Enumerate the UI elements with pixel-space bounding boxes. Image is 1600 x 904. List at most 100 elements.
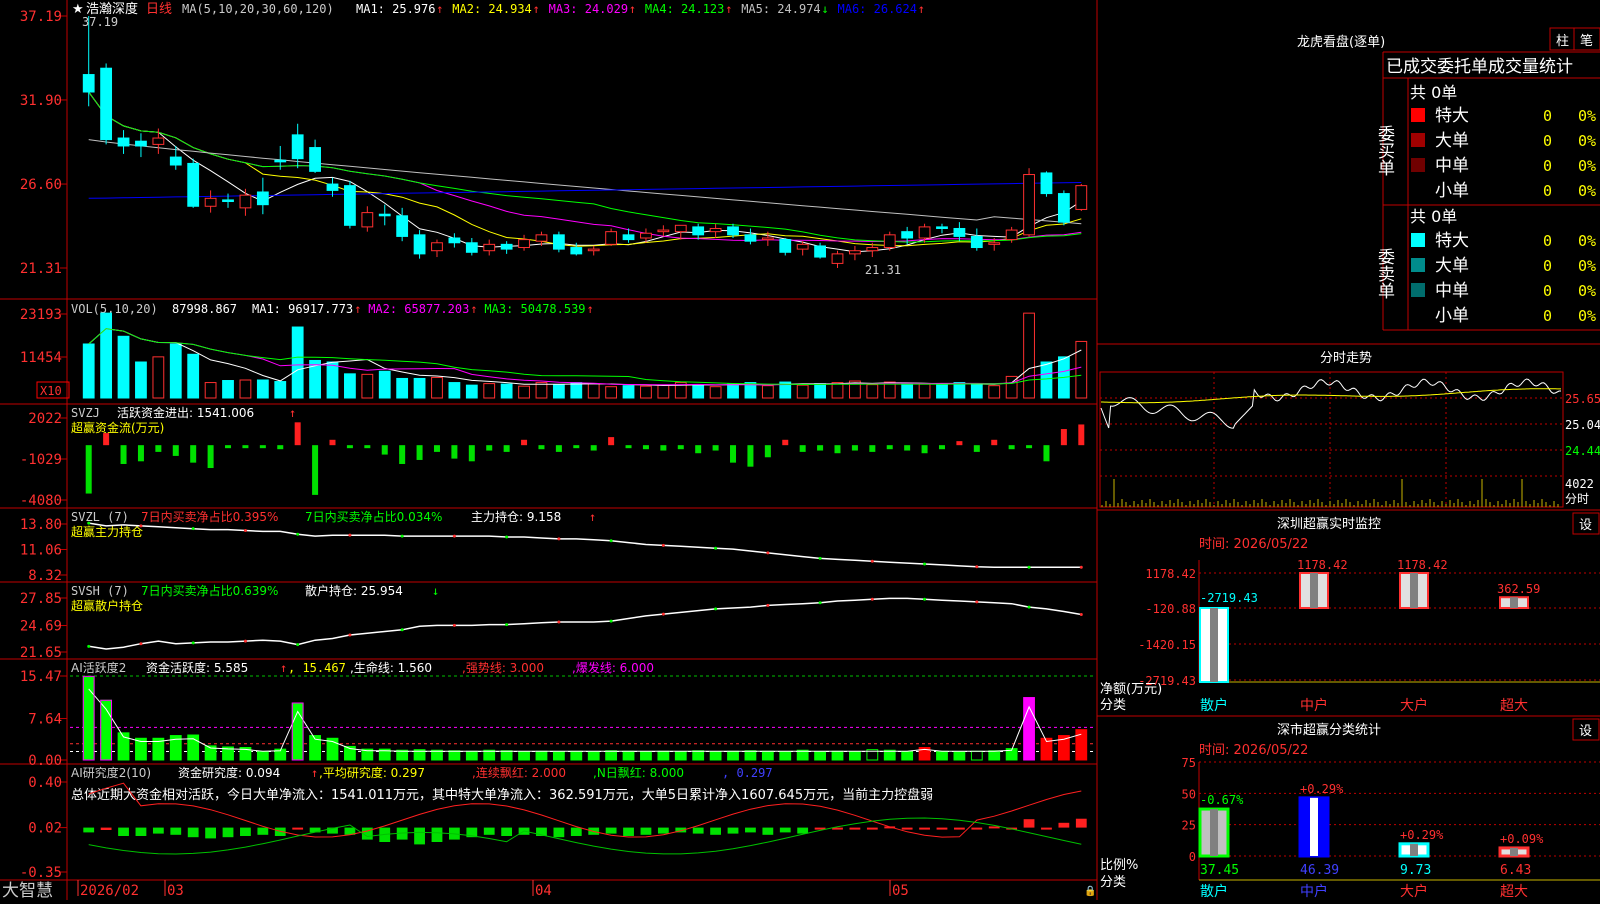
svzl-dot bbox=[609, 539, 613, 543]
vol-bar bbox=[152, 356, 165, 399]
svzj-bar bbox=[468, 445, 475, 462]
classify-chart: 75 50 25 0 -0.67% 37.45 散户 +0.29% 46.39 中户 +0.29% 9… bbox=[1182, 756, 1600, 900]
ai-research-bar bbox=[222, 827, 234, 838]
candle bbox=[465, 242, 478, 253]
monitor-x-label: 分类 bbox=[1100, 698, 1126, 713]
ai-research-bar bbox=[849, 827, 861, 830]
candle bbox=[378, 213, 391, 217]
tab-tick[interactable]: 笔 bbox=[1580, 33, 1593, 49]
vol-bar bbox=[187, 353, 200, 399]
svzl-dot bbox=[557, 537, 561, 541]
ma-legend-item: MA3: 24.029 bbox=[549, 2, 628, 16]
candle bbox=[936, 226, 948, 229]
vol-bar bbox=[709, 386, 722, 399]
svsh-dot bbox=[766, 603, 770, 607]
classify-settings-button[interactable]: 设 bbox=[1579, 724, 1592, 739]
candle bbox=[187, 162, 200, 207]
classify-y-label: 50 bbox=[1182, 787, 1196, 801]
lock-icon[interactable]: 🔒 bbox=[1084, 885, 1096, 897]
svzj-bar bbox=[938, 445, 945, 450]
candle bbox=[483, 243, 496, 252]
row-pct: 0% bbox=[1578, 182, 1596, 200]
vol-bar bbox=[256, 379, 269, 399]
buy-side-label: 委买单 bbox=[1374, 125, 1395, 176]
svzj-bar bbox=[521, 439, 528, 446]
candle bbox=[918, 226, 931, 239]
svsh-dot bbox=[139, 642, 143, 646]
svzl-dot bbox=[348, 533, 352, 537]
svzj-bar bbox=[416, 445, 423, 460]
ai-research-bar bbox=[710, 827, 722, 835]
intraday-plot: 25.65 25.04 24.44 4022分时 bbox=[1099, 371, 1600, 508]
vol-bar bbox=[692, 384, 705, 399]
ai-active-bar bbox=[831, 750, 844, 761]
chart-canvas[interactable]: ★ 浩瀚深度 日线 MA(5,10,20,30,60,120) MA1: 25.… bbox=[0, 0, 1600, 901]
row-pct: 0% bbox=[1578, 307, 1596, 325]
svzj-bar bbox=[590, 445, 597, 451]
svzj-bar bbox=[242, 445, 249, 449]
ai-active-bar bbox=[761, 750, 774, 761]
vol-bar bbox=[135, 361, 147, 399]
ai-active-bar bbox=[849, 751, 861, 761]
svzl-y-axis: 13.80 11.06 8.32 bbox=[20, 517, 67, 584]
svzj-bar bbox=[329, 439, 336, 446]
candle bbox=[222, 199, 234, 203]
svsh-dot bbox=[661, 612, 665, 616]
monitor-category: 超大 bbox=[1500, 698, 1528, 714]
svsh-dot bbox=[609, 619, 613, 623]
svzj-bar bbox=[730, 445, 737, 463]
svzl-dot bbox=[923, 562, 927, 566]
candle bbox=[518, 239, 530, 249]
ma-legend-arrow: ↑ bbox=[725, 2, 732, 16]
row-pct: 0% bbox=[1578, 157, 1596, 175]
ai-research-bar bbox=[692, 827, 704, 834]
candle bbox=[169, 156, 182, 166]
candle bbox=[622, 234, 635, 241]
kline-y-axis: 37.19 31.90 26.60 21.31 bbox=[20, 9, 67, 277]
vol-value: 87998.867 bbox=[172, 302, 237, 316]
ai-research-text4: ,N日飘红: 8.000 bbox=[593, 765, 684, 780]
ma-line-4 bbox=[88, 91, 1082, 243]
svzj-bar bbox=[573, 445, 580, 449]
y-tick-label: 11454 bbox=[20, 350, 62, 366]
classify-value: 46.39 bbox=[1300, 863, 1339, 878]
vol-bar bbox=[622, 385, 635, 399]
tab-bar[interactable]: 柱 bbox=[1556, 34, 1569, 49]
vol-bar bbox=[117, 335, 130, 399]
vol-y-axis: 23193 11454 bbox=[20, 307, 67, 366]
classify-title: 深市超赢分类统计 bbox=[1277, 722, 1381, 738]
monitor-bar-shade bbox=[1410, 573, 1418, 608]
monitor-category: 散户 bbox=[1200, 697, 1228, 714]
ai-research-header: AI研究度2(10) 资金研究度: 0.094 ↑ ,平均研究度: 0.297 … bbox=[71, 765, 933, 803]
y-tick-label: 23193 bbox=[20, 307, 62, 323]
ai-active-bar bbox=[552, 751, 565, 761]
svzj-bar bbox=[172, 445, 179, 456]
ai-active-arrow: ↑ bbox=[280, 661, 287, 675]
svzj-bar bbox=[608, 437, 615, 446]
svzl-label: SVZL (7) bbox=[71, 510, 129, 524]
intraday-frame bbox=[1099, 371, 1564, 508]
svzl-dot bbox=[818, 556, 822, 560]
svzj-bar bbox=[1060, 429, 1067, 446]
ma-legend-arrow: ↑ bbox=[918, 2, 925, 16]
candle bbox=[796, 243, 809, 250]
y-tick-label: 7.64 bbox=[28, 712, 62, 728]
svzj-bar bbox=[782, 439, 789, 446]
monitor-title: 深圳超赢实时监控 bbox=[1277, 516, 1381, 532]
ma-legend-item: MA6: 26.624 bbox=[838, 2, 917, 16]
swatch bbox=[1411, 133, 1425, 147]
svzj-bar bbox=[277, 445, 284, 450]
svzj-bar bbox=[956, 441, 963, 446]
vol-bar bbox=[413, 377, 426, 399]
monitor-category: 大户 bbox=[1400, 697, 1428, 714]
ai-research-y-axis: 0.40 0.02 -0.35 bbox=[20, 775, 67, 881]
period-label[interactable]: 日线 bbox=[146, 2, 172, 17]
vol-bar bbox=[239, 379, 252, 399]
monitor-settings-button[interactable]: 设 bbox=[1579, 518, 1592, 533]
vol-bar bbox=[831, 382, 844, 399]
candle bbox=[901, 231, 914, 239]
svzj-bar bbox=[137, 445, 144, 462]
ai-active-bar bbox=[622, 750, 635, 761]
candle bbox=[135, 140, 147, 147]
svsh-dot bbox=[191, 641, 195, 645]
